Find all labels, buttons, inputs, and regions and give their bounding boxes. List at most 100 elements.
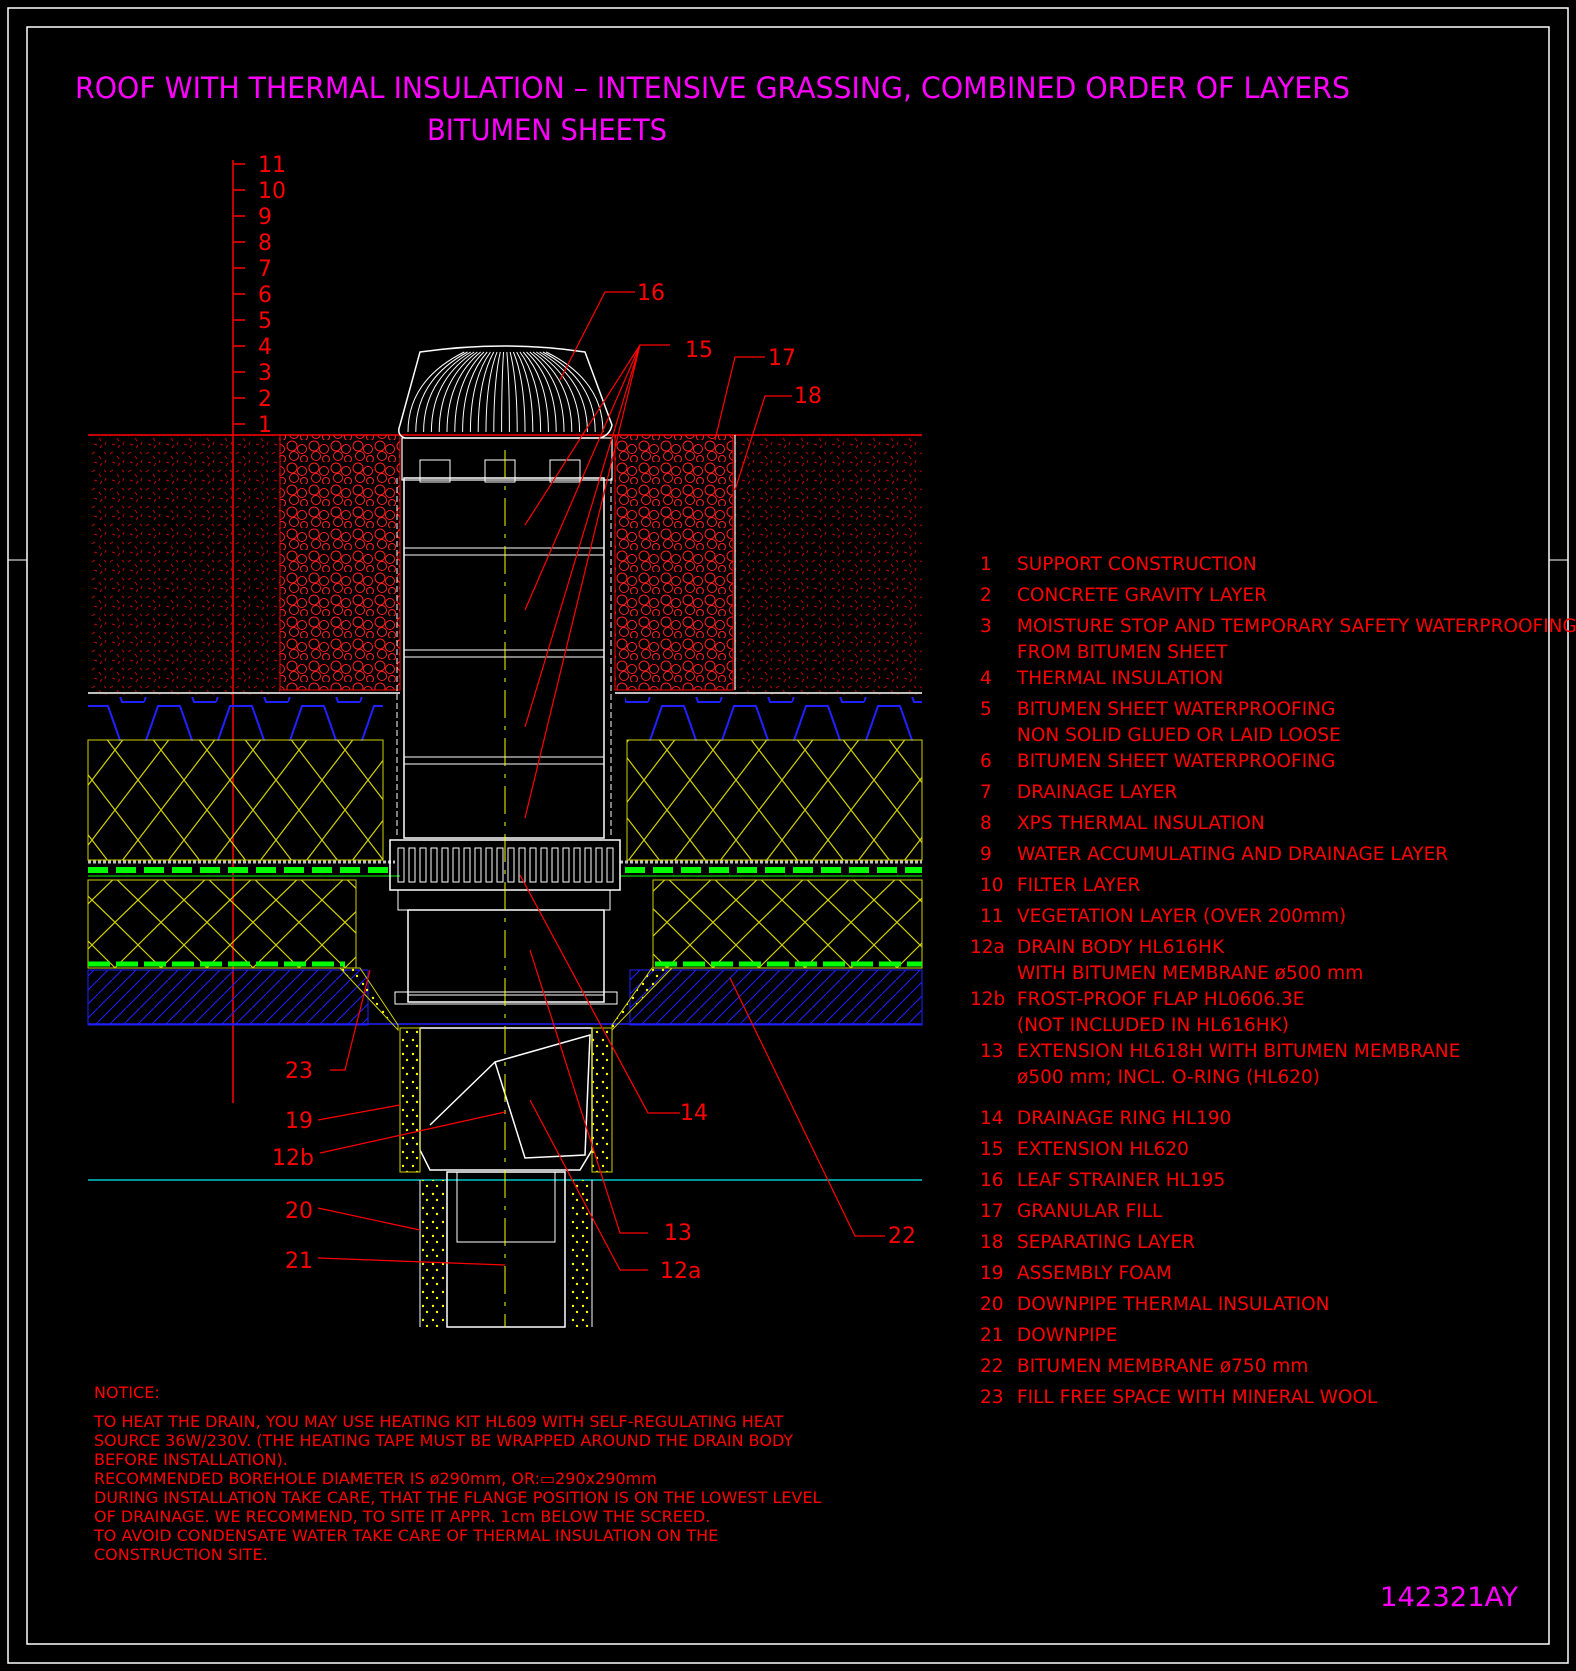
callout-16: 16 (637, 281, 665, 306)
drainage-layer-left (88, 697, 383, 741)
scale-label: 6 (258, 283, 272, 308)
legend-text: GRANULAR FILL (1017, 1201, 1163, 1222)
legend-text: NON SOLID GLUED OR LAID LOOSE (1017, 725, 1341, 746)
legend-number: 1 (980, 554, 992, 575)
legend-text: MOISTURE STOP AND TEMPORARY SAFETY WATER… (1017, 616, 1576, 637)
drawing-number: 142321AY (1380, 1582, 1519, 1613)
scale-label: 3 (258, 361, 272, 386)
legend-text: ASSEMBLY FOAM (1017, 1263, 1172, 1284)
extension-tube (396, 477, 612, 839)
notice-heading: NOTICE: (94, 1383, 160, 1402)
notice-line: BEFORE INSTALLATION). (94, 1450, 288, 1469)
notice-line: SOURCE 36W/230V. (THE HEATING TAPE MUST … (94, 1431, 793, 1450)
thermal-insulation-right (652, 879, 923, 969)
support-construction-left (87, 969, 369, 1026)
callout-14: 14 (680, 1101, 708, 1126)
callout-19: 19 (285, 1109, 313, 1134)
callout-13: 13 (664, 1221, 692, 1246)
notice-line: TO HEAT THE DRAIN, YOU MAY USE HEATING K… (93, 1412, 784, 1431)
legend-text: DRAIN BODY HL616HK (1017, 937, 1225, 958)
cad-drawing: ROOF WITH THERMAL INSULATION – INTENSIVE… (7, 7, 1576, 1664)
legend-text: DOWNPIPE THERMAL INSULATION (1017, 1294, 1330, 1315)
legend-number: 16 (980, 1170, 1004, 1191)
legend-text: DRAINAGE LAYER (1017, 782, 1177, 803)
scale-label: 2 (258, 387, 272, 412)
legend-number: 18 (980, 1232, 1004, 1253)
granular-fill-right (614, 434, 734, 691)
legend-text: SUPPORT CONSTRUCTION (1017, 554, 1257, 575)
legend-number: 12b (970, 989, 1005, 1010)
legend-text: (NOT INCLUDED IN HL616HK) (1017, 1015, 1289, 1036)
legend-number: 13 (980, 1041, 1004, 1062)
legend-number: 4 (980, 668, 992, 689)
legend-text: THERMAL INSULATION (1016, 668, 1223, 689)
legend-text: BITUMEN MEMBRANE ø750 mm (1017, 1356, 1308, 1377)
notice-line: CONSTRUCTION SITE. (94, 1545, 268, 1564)
legend-number: 17 (980, 1201, 1004, 1222)
granular-fill-left (279, 434, 401, 691)
legend-text: EXTENSION HL618H WITH BITUMEN MEMBRANE (1017, 1041, 1460, 1062)
drain-body (394, 909, 618, 1173)
scale-label: 4 (258, 335, 272, 360)
legend-text: DOWNPIPE (1017, 1325, 1117, 1346)
legend-number: 14 (980, 1108, 1004, 1129)
callout-22: 22 (888, 1224, 916, 1249)
legend-text: VEGETATION LAYER (OVER 200mm) (1017, 906, 1346, 927)
legend-text: FILL FREE SPACE WITH MINERAL WOOL (1017, 1387, 1378, 1408)
callout-15: 15 (685, 338, 713, 363)
legend-text: FROST-PROOF FLAP HL0606.3E (1017, 989, 1304, 1010)
scale-label: 9 (258, 205, 272, 230)
callout-18: 18 (794, 384, 822, 409)
scale-label: 10 (258, 179, 286, 204)
legend-text: LEAF STRAINER HL195 (1017, 1170, 1225, 1191)
legend-text: FILTER LAYER (1017, 875, 1141, 896)
legend-text: BITUMEN SHEET WATERPROOFING (1017, 751, 1335, 772)
legend-number: 8 (980, 813, 992, 834)
callout-12b: 12b (272, 1146, 314, 1171)
vegetation-layer-right (735, 435, 922, 695)
legend-number: 7 (980, 782, 992, 803)
legend-text: WITH BITUMEN MEMBRANE ø500 mm (1017, 963, 1363, 984)
legend-text: CONCRETE GRAVITY LAYER (1017, 585, 1267, 606)
xps-insulation-left (87, 739, 384, 861)
downpipe (419, 1171, 593, 1328)
title-line-2: BITUMEN SHEETS (427, 113, 667, 147)
legend-number: 12a (970, 937, 1005, 958)
legend-number: 22 (980, 1356, 1004, 1377)
notice-line: OF DRAINAGE. WE RECOMMEND, TO SITE IT AP… (94, 1507, 710, 1526)
legend-text: ø500 mm; INCL. O-RING (HL620) (1017, 1067, 1320, 1088)
notice: NOTICE: TO HEAT THE DRAIN, YOU MAY USE H… (93, 1383, 822, 1564)
scale-label: 5 (258, 309, 272, 334)
legend-number: 10 (980, 875, 1004, 896)
callout-20: 20 (285, 1199, 313, 1224)
xps-insulation-right (626, 739, 923, 861)
legend-text: BITUMEN SHEET WATERPROOFING (1017, 699, 1335, 720)
section-drawing (87, 345, 923, 1328)
scale-label: 7 (258, 257, 272, 282)
legend-number: 11 (980, 906, 1004, 927)
legend-number: 3 (980, 616, 992, 637)
scale-label: 8 (258, 231, 272, 256)
callout-21: 21 (285, 1249, 313, 1274)
legend-number: 15 (980, 1139, 1004, 1160)
vegetation-layer-left (88, 435, 280, 695)
legend-number: 21 (980, 1325, 1004, 1346)
callout-23: 23 (285, 1059, 313, 1084)
legend-number: 2 (980, 585, 992, 606)
legend-number: 9 (980, 844, 992, 865)
notice-line: DURING INSTALLATION TAKE CARE, THAT THE … (94, 1488, 822, 1507)
notice-line: TO AVOID CONDENSATE WATER TAKE CARE OF T… (93, 1526, 718, 1545)
legend-text: EXTENSION HL620 (1017, 1139, 1189, 1160)
legend: 1 SUPPORT CONSTRUCTION 2 CONCRETE GRAVITY L… (970, 554, 1576, 1408)
support-construction-right (629, 969, 923, 1026)
legend-number: 5 (980, 699, 992, 720)
legend-number: 23 (980, 1387, 1004, 1408)
thermal-insulation-left (87, 879, 357, 969)
legend-text: DRAINAGE RING HL190 (1017, 1108, 1231, 1129)
drainage-layer-right (625, 697, 922, 741)
legend-number: 19 (980, 1263, 1004, 1284)
callout-12a: 12a (660, 1259, 701, 1284)
legend-text: XPS THERMAL INSULATION (1017, 813, 1265, 834)
legend-text: FROM BITUMEN SHEET (1017, 642, 1228, 663)
legend-number: 20 (980, 1294, 1004, 1315)
